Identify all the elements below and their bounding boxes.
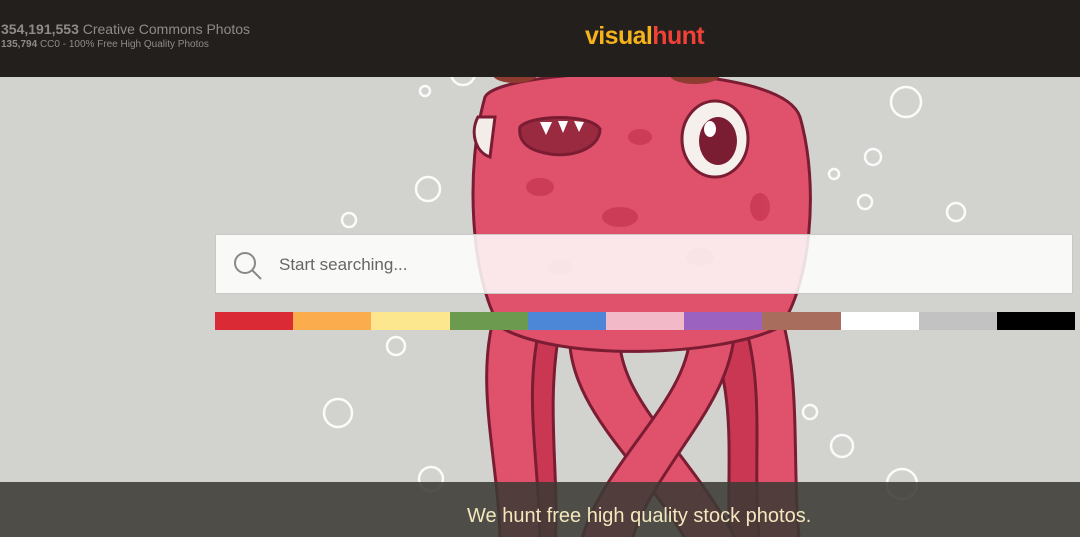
color-swatch-gray[interactable]	[918, 312, 997, 330]
search-icon	[234, 252, 262, 280]
cc0-count: 135,794	[1, 39, 38, 50]
color-swatch-blue[interactable]	[527, 312, 606, 330]
color-swatch-purple[interactable]	[684, 312, 763, 330]
color-swatch-white[interactable]	[840, 312, 919, 330]
visualhunt-logo[interactable]: visualhunt	[585, 22, 705, 50]
cc0-label: CC0 - 100% Free High Quality Photos	[39, 39, 209, 50]
color-swatch-black[interactable]	[996, 312, 1076, 330]
color-swatch-green[interactable]	[449, 312, 528, 330]
color-swatch-pink[interactable]	[605, 312, 685, 330]
photo-stats: 354,191,553 Creative Commons Photos 135,…	[1, 21, 250, 51]
hero-illustration	[0, 77, 1080, 537]
color-swatch-orange[interactable]	[293, 312, 372, 330]
color-filter-bar	[215, 312, 1076, 330]
cc0-count-line: 135,794 CC0 - 100% Free High Quality Pho…	[1, 38, 250, 51]
search-bar[interactable]	[215, 234, 1073, 295]
tagline-text: We hunt free high quality stock photos.	[467, 505, 812, 527]
logo-visual-text: visual	[585, 22, 653, 50]
color-swatch-yellow[interactable]	[371, 312, 450, 330]
top-bar: 354,191,553 Creative Commons Photos 135,…	[0, 0, 1080, 77]
color-swatch-brown[interactable]	[762, 312, 841, 330]
octopus-monster-illustration	[322, 77, 967, 537]
photo-count-label: Creative Commons Photos	[82, 21, 251, 37]
tagline-banner: We hunt free high quality stock photos.	[0, 482, 1080, 537]
color-swatch-red[interactable]	[215, 312, 294, 330]
photo-count: 354,191,553	[1, 21, 79, 37]
logo-hunt-text: hunt	[652, 22, 705, 50]
photo-count-line: 354,191,553 Creative Commons Photos	[1, 21, 250, 37]
search-input[interactable]	[277, 235, 1061, 295]
